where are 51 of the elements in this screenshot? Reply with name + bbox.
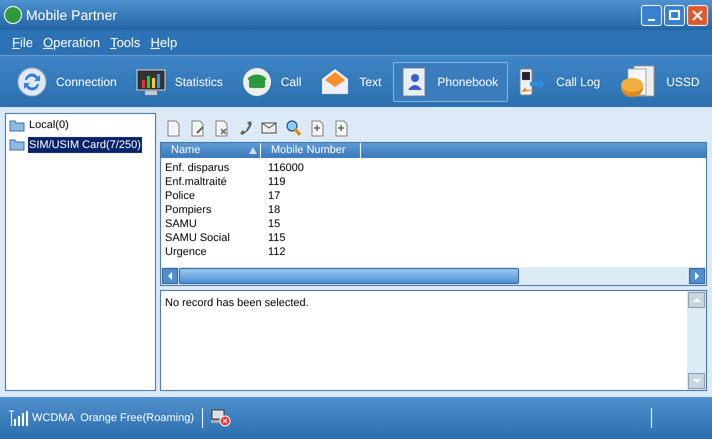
folder-icon xyxy=(9,138,25,152)
scroll-left-icon[interactable] xyxy=(162,268,178,284)
toolbar-tab[interactable]: Text xyxy=(313,62,392,102)
menu-item[interactable]: File xyxy=(12,32,33,52)
menu-item[interactable]: Help xyxy=(150,32,178,52)
menu-item[interactable]: Operation xyxy=(42,32,100,52)
column-header[interactable]: Mobile Number xyxy=(261,143,361,158)
disconnected-computer-icon xyxy=(211,409,231,427)
app-logo-icon xyxy=(4,6,22,24)
signal-icon xyxy=(8,410,28,426)
folder-icon xyxy=(9,118,25,132)
detail-text: No record has been selected. xyxy=(164,296,310,311)
horizontal-scrollbar[interactable] xyxy=(161,267,706,285)
table-cell-text: 119 xyxy=(268,174,287,190)
window-title: Mobile Partner xyxy=(26,6,118,24)
scroll-down-icon[interactable] xyxy=(688,373,705,389)
vertical-scrollbar[interactable] xyxy=(687,291,706,390)
table-cell-text: 115 xyxy=(268,230,287,246)
table-cell-text: 116000 xyxy=(268,160,305,176)
toolbar-tab[interactable]: Phonebook xyxy=(393,62,508,102)
toolbar-tab[interactable]: Call xyxy=(234,62,312,102)
table-cell-text: 15 xyxy=(268,216,282,232)
table-cell-text: Enf.maltraité xyxy=(165,174,228,190)
close-icon xyxy=(692,10,703,20)
toolbar-tab[interactable]: Statistics xyxy=(128,62,233,102)
table-cell-text: SAMU xyxy=(165,216,198,232)
minimize-button[interactable] xyxy=(641,4,662,26)
tree-item[interactable]: SIM/USIM Card(7/250) xyxy=(28,136,142,153)
close-button[interactable] xyxy=(687,4,708,26)
table-cell-text: Pompiers xyxy=(165,202,212,218)
scroll-right-icon[interactable] xyxy=(689,268,705,284)
maximize-button[interactable] xyxy=(664,4,685,26)
table-cell-text: Urgence xyxy=(165,244,208,260)
table-cell-text: 18 xyxy=(268,202,282,218)
column-header[interactable]: Name xyxy=(161,143,261,158)
refresh-icon xyxy=(16,66,48,98)
scroll-up-icon[interactable] xyxy=(688,292,705,308)
sort-icon xyxy=(249,147,257,154)
table-cell-text: 112 xyxy=(268,244,287,260)
menu-item[interactable]: Tools xyxy=(110,32,140,52)
toolbar-tab[interactable]: USSD xyxy=(612,62,710,102)
toolbar-tab[interactable]: Call Log xyxy=(510,62,610,102)
table-cell-text: 17 xyxy=(268,188,282,204)
network-status: WCDMA Orange Free(Roaming) xyxy=(32,410,194,426)
table-cell-text: Enf. disparus xyxy=(165,160,230,176)
tree-item[interactable]: Local(0) xyxy=(28,117,70,134)
table-cell-text: SAMU Social xyxy=(165,230,231,246)
search-icon[interactable] xyxy=(284,118,302,136)
phone-icon xyxy=(240,66,273,98)
toolbar-tab[interactable]: Connection xyxy=(10,62,127,102)
table-cell-text: Police xyxy=(165,188,196,204)
